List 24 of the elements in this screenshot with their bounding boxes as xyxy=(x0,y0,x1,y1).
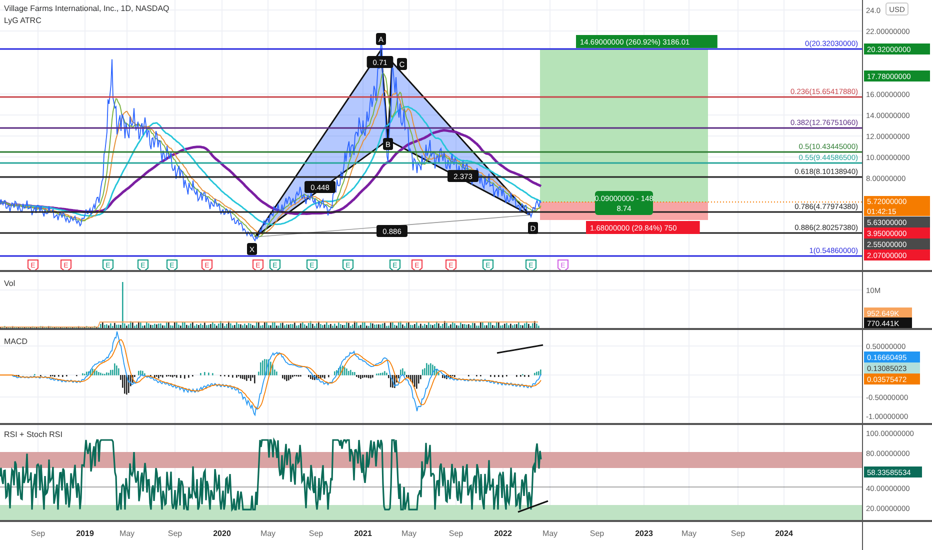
time-axis-label: May xyxy=(542,529,558,538)
time-axis-label: May xyxy=(119,529,135,538)
indicator-name: LyG ATRC xyxy=(4,16,42,25)
time-axis-label: 2021 xyxy=(354,529,372,538)
time-axis-label: Sep xyxy=(448,529,464,538)
time-axis-label: 2022 xyxy=(494,529,512,538)
time-axis-label: May xyxy=(260,529,276,538)
time-axis-label: May xyxy=(681,529,697,538)
time-axis-label: Sep xyxy=(308,529,324,538)
time-axis-label: May xyxy=(401,529,417,538)
time-axis-label: Sep xyxy=(730,529,746,538)
pane-title: MACD xyxy=(4,337,28,346)
pane-title: Vol xyxy=(4,279,16,288)
pane-title: RSI + Stoch RSI xyxy=(4,430,62,439)
time-axis-label: Sep xyxy=(30,529,46,538)
time-axis-label: Sep xyxy=(168,529,182,538)
chart-title: Village Farms International, Inc., 1D, NASDAQ xyxy=(4,4,170,13)
time-axis-label: 2020 xyxy=(213,529,231,538)
trend-line xyxy=(518,500,548,513)
time-axis-label: 2023 xyxy=(635,529,653,538)
time-axis-label: 2019 xyxy=(76,529,94,538)
trend-line xyxy=(496,344,544,354)
time-axis-label: 2024 xyxy=(775,529,793,538)
time-axis-label: Sep xyxy=(590,529,604,538)
